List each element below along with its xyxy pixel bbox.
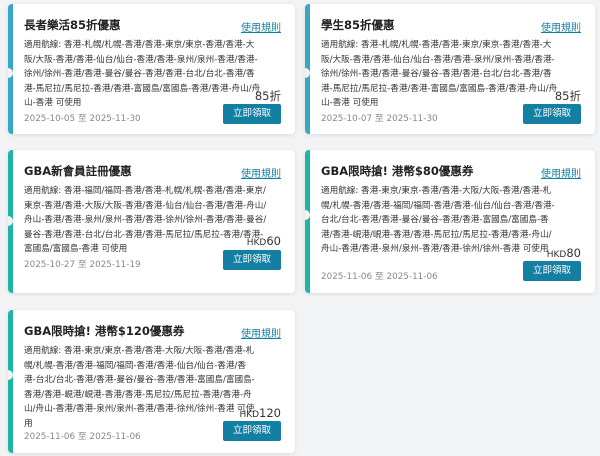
coupon-card-seniors: 長者樂活85折優惠 使用規則 適用航線: 香港-札幌/札幌-香港/香港-東京/東… xyxy=(8,4,295,134)
discount-value: 60 xyxy=(266,234,281,248)
claim-button[interactable]: 立即領取 xyxy=(223,421,281,441)
page: { "theme": { "accent": "#137fa3", "strip… xyxy=(0,0,600,456)
coupon-date-range: 2025-11-06 至 2025-11-06 xyxy=(24,432,141,442)
coupon-routes: 適用航線: 香港-札幌/札幌-香港/香港-東京/東京-香港/香港-大阪/大阪-香… xyxy=(24,40,261,109)
claim-button[interactable]: 立即領取 xyxy=(523,261,581,281)
coupon-discount: HKD60 xyxy=(247,230,281,249)
rules-link[interactable]: 使用規則 xyxy=(241,325,281,340)
discount-currency: HKD xyxy=(246,238,267,248)
rules-link[interactable]: 使用規則 xyxy=(241,165,281,180)
coupon-title: GBA限時搶! 港幣$120優惠券 xyxy=(24,324,185,338)
coupon-discount: 85折 xyxy=(255,85,281,104)
discount-value: 85折 xyxy=(254,89,281,103)
coupon-discount: HKD120 xyxy=(239,402,281,421)
coupon-card-gba-120: GBA限時搶! 港幣$120優惠券 使用規則 適用航線: 香港-東京/東京-香港… xyxy=(8,310,295,453)
discount-currency: HKD xyxy=(239,410,260,420)
discount-value: 85折 xyxy=(554,89,581,103)
discount-value: 120 xyxy=(259,406,281,420)
card-accent-stripe xyxy=(305,150,310,293)
card-accent-stripe xyxy=(8,310,13,453)
coupon-routes: 適用航線: 香港-札幌/札幌-香港/香港-東京/東京-香港/香港-大阪/大阪-香… xyxy=(321,40,558,109)
coupon-card-gba-80: GBA限時搶! 港幣$80優惠券 使用規則 適用航線: 香港-東京/東京-香港/… xyxy=(305,150,595,293)
coupon-discount: 85折 xyxy=(555,85,581,104)
coupon-routes: 適用航線: 香港-福岡/福岡-香港/香港-札幌/札幌-香港/香港-東京/東京-香… xyxy=(24,186,267,255)
coupon-title: 學生85折優惠 xyxy=(321,18,395,32)
claim-button[interactable]: 立即領取 xyxy=(223,104,281,124)
coupon-routes: 適用航線: 香港-東京/東京-香港/香港-大阪/大阪-香港/香港-札幌/札幌-香… xyxy=(321,186,555,255)
claim-button[interactable]: 立即領取 xyxy=(523,104,581,124)
coupon-title: GBA新會員註冊優惠 xyxy=(24,164,132,178)
coupon-discount: HKD80 xyxy=(547,242,581,261)
coupon-date-range: 2025-10-27 至 2025-11-19 xyxy=(24,260,141,270)
discount-value: 80 xyxy=(566,246,581,260)
coupon-title: GBA限時搶! 港幣$80優惠券 xyxy=(321,164,474,178)
coupon-date-range: 2025-10-05 至 2025-11-30 xyxy=(24,114,141,124)
coupon-date-range: 2025-10-07 至 2025-11-30 xyxy=(321,114,438,124)
coupon-routes: 適用航線: 香港-東京/東京-香港/香港-大阪/大阪-香港/香港-札幌/札幌-香… xyxy=(24,346,255,429)
coupon-date-range: 2025-11-06 至 2025-11-06 xyxy=(321,272,438,282)
claim-button[interactable]: 立即領取 xyxy=(223,250,281,270)
rules-link[interactable]: 使用規則 xyxy=(541,19,581,34)
discount-currency: HKD xyxy=(546,250,567,260)
rules-link[interactable]: 使用規則 xyxy=(241,19,281,34)
coupon-title: 長者樂活85折優惠 xyxy=(24,18,121,32)
rules-link[interactable]: 使用規則 xyxy=(541,165,581,180)
coupon-card-gba-new-member: GBA新會員註冊優惠 使用規則 適用航線: 香港-福岡/福岡-香港/香港-札幌/… xyxy=(8,150,295,293)
coupon-card-students: 學生85折優惠 使用規則 適用航線: 香港-札幌/札幌-香港/香港-東京/東京-… xyxy=(305,4,595,134)
